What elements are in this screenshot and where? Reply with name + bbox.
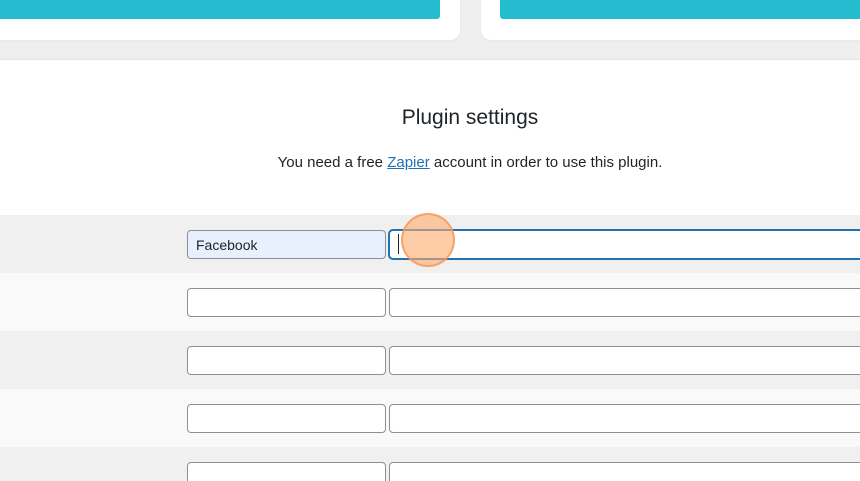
go-button[interactable]: Go <box>500 0 860 19</box>
settings-row <box>0 331 860 389</box>
contact-us-button[interactable]: Contact us <box>0 0 440 19</box>
subtitle-suffix: account in order to use this plugin. <box>429 154 663 171</box>
row-name-input[interactable] <box>187 230 386 259</box>
row-value-input[interactable] <box>389 288 860 317</box>
row-name-input[interactable] <box>187 404 386 433</box>
row-value-input[interactable] <box>389 404 860 433</box>
zapier-link[interactable]: Zapier <box>387 154 430 171</box>
row-value-input[interactable] <box>389 230 860 259</box>
settings-row <box>0 447 860 481</box>
row-value-input[interactable] <box>389 462 860 481</box>
text-caret <box>398 234 399 254</box>
webhook-rows <box>0 215 860 481</box>
plugin-settings-panel: Plugin settings You need a free Zapier a… <box>0 59 860 481</box>
row-value-input[interactable] <box>389 346 860 375</box>
row-name-input[interactable] <box>187 346 386 375</box>
viewport: Contact us Go Plugin settings You need a… <box>0 0 860 481</box>
settings-row <box>0 215 860 273</box>
plugin-settings-subtitle: You need a free Zapier account in order … <box>0 154 860 171</box>
row-name-input[interactable] <box>187 462 386 481</box>
page-title: Plugin settings <box>401 106 539 129</box>
row-name-input[interactable] <box>187 288 386 317</box>
settings-row <box>0 389 860 447</box>
settings-row <box>0 273 860 331</box>
subtitle-prefix: You need a free <box>277 154 388 171</box>
